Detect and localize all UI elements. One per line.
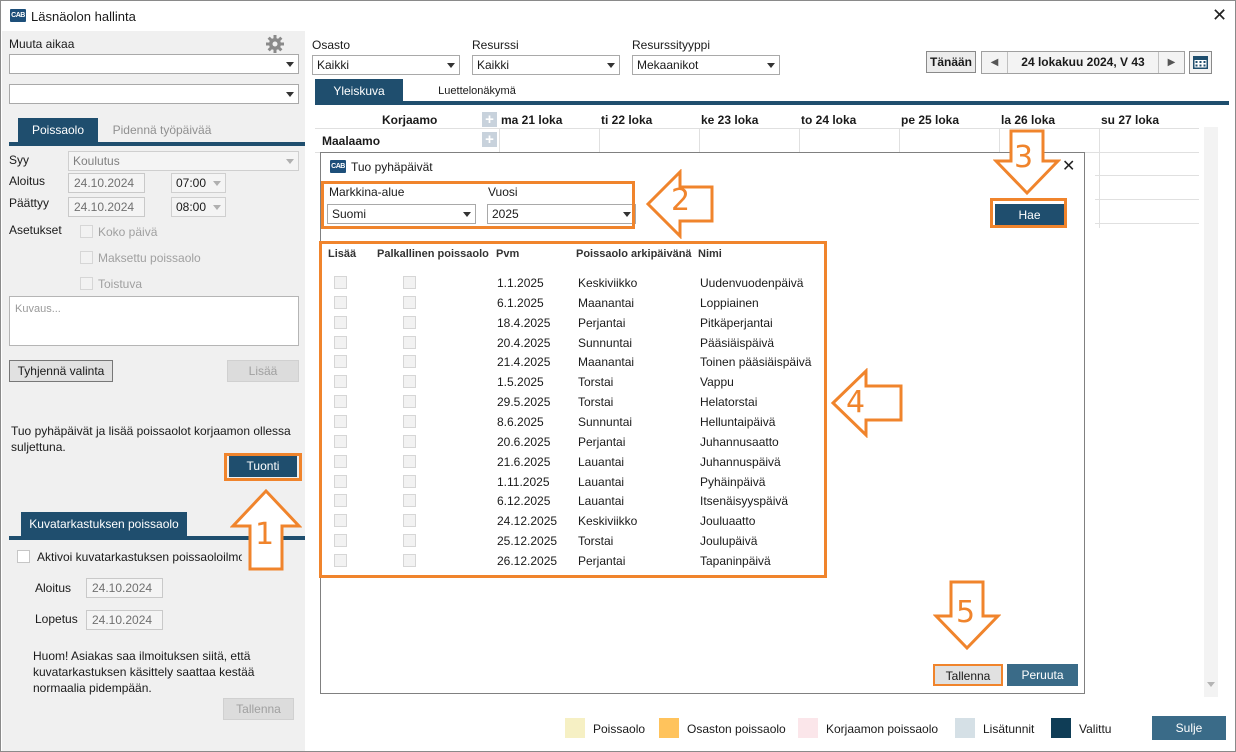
legend: Poissaolo Osaston poissaolo Korjaamon pois… <box>561 717 1121 741</box>
option-checkbox-paid[interactable] <box>80 251 93 264</box>
legend-swatch <box>565 718 585 738</box>
tab-poissaolo[interactable]: Poissaolo <box>18 118 98 142</box>
add-resource-plus-icon[interactable]: + <box>482 112 497 127</box>
tab-list-view[interactable]: Luettelonäkymä <box>419 79 535 103</box>
import-description: Tuo pyhäpäivät ja lisää poissaolot korja… <box>11 424 291 454</box>
expand-row-plus-icon[interactable]: + <box>482 132 497 147</box>
insp-end-label: Lopetus <box>35 612 78 626</box>
tab-underline <box>9 142 305 146</box>
legend-label: Korjaamon poissaolo <box>826 722 939 736</box>
close-button[interactable]: Sulje <box>1152 716 1226 740</box>
settings-label: Asetukset <box>9 223 62 237</box>
add-button[interactable]: Lisää <box>227 360 299 382</box>
callout-box-1 <box>224 453 302 481</box>
reason-combo[interactable]: Koulutus <box>68 151 299 171</box>
end-date-field[interactable]: 24.10.2024 <box>68 197 145 217</box>
callout-number-3: 3 <box>1014 140 1034 175</box>
change-time-label: Muuta aikaa <box>9 37 75 51</box>
dialog-save-button[interactable]: Tallenna <box>933 664 1003 686</box>
dialog-cancel-button[interactable]: Peruuta <box>1007 664 1078 686</box>
inspection-activate-label: Aktivoi kuvatarkastuksen poissaoloilmoit… <box>37 550 242 564</box>
inspection-activate-checkbox[interactable] <box>17 550 30 563</box>
resource-type-label: Resurssityyppi <box>632 38 711 52</box>
day-header: ma 21 loka <box>501 113 563 127</box>
window-close-icon[interactable]: ✕ <box>1212 7 1227 25</box>
insp-start-label: Aloitus <box>35 581 72 595</box>
start-time-combo[interactable]: 07:00 <box>171 173 226 193</box>
time-combo-1[interactable] <box>9 54 299 74</box>
end-label: Päättyy <box>9 196 50 210</box>
title-bar: CAB Läsnäolon hallinta ✕ <box>1 1 1235 31</box>
callout-number-1: 1 <box>255 517 275 552</box>
option-label-paid: Maksettu poissaolo <box>98 251 201 265</box>
scroll-down-icon[interactable] <box>1207 682 1215 687</box>
callout-number-2: 2 <box>671 183 691 218</box>
department-combo[interactable]: Kaikki <box>312 55 460 75</box>
day-header: ti 22 loka <box>601 113 653 127</box>
legend-swatch <box>955 718 975 738</box>
main-window: CAB Läsnäolon hallinta ✕ Muuta aikaa Poi… <box>0 0 1236 752</box>
description-textarea[interactable]: Kuvaus... <box>9 296 299 346</box>
tab-overview[interactable]: Yleiskuva <box>315 79 403 103</box>
legend-swatch <box>659 718 679 738</box>
day-header: to 24 loka <box>801 113 857 127</box>
legend-label: Poissaolo <box>593 722 646 736</box>
callout-box-4 <box>319 241 827 578</box>
legend-swatch <box>1051 718 1071 738</box>
callout-number-4: 4 <box>846 385 866 420</box>
callout-box-3 <box>990 198 1067 228</box>
workshop-header: Korjaamo <box>382 113 438 127</box>
insp-start-date-field[interactable]: 24.10.2024 <box>86 578 163 598</box>
settings-gear-icon[interactable] <box>265 34 285 54</box>
inspection-notice: Huom! Asiakas saa ilmoituksen siitä, ett… <box>33 649 255 695</box>
prev-period-icon[interactable]: ◀ <box>982 52 1008 73</box>
reason-label: Syy <box>9 153 30 167</box>
left-save-button[interactable]: Tallenna <box>223 698 294 720</box>
day-header: ke 23 loka <box>701 113 759 127</box>
option-label-full-day: Koko päivä <box>98 225 158 239</box>
callout-number-5: 5 <box>956 595 976 630</box>
day-header: su 27 loka <box>1101 113 1160 127</box>
callout-arrow-left-icon-4 <box>830 367 904 439</box>
legend-swatch <box>798 718 818 738</box>
tab-inspection-absence[interactable]: Kuvatarkastuksen poissaolo <box>21 512 187 536</box>
calendar-picker-icon[interactable] <box>1189 51 1212 74</box>
tab-pidenna[interactable]: Pidennä työpäivää <box>102 118 222 142</box>
legend-label: Osaston poissaolo <box>687 722 786 736</box>
callout-box-2 <box>321 181 635 229</box>
legend-label: Valittu <box>1079 722 1112 736</box>
option-checkbox-full-day[interactable] <box>80 225 93 238</box>
option-checkbox-recurring[interactable] <box>80 277 93 290</box>
dialog-app-logo-icon: CAB <box>330 160 346 173</box>
view-tab-underline <box>315 101 1229 105</box>
calendar-scrollbar[interactable] <box>1204 127 1218 697</box>
day-header: la 26 loka <box>1001 113 1056 127</box>
window-title: Läsnäolon hallinta <box>31 9 136 24</box>
insp-end-date-field[interactable]: 24.10.2024 <box>86 610 163 630</box>
resource-combo[interactable]: Kaikki <box>472 55 620 75</box>
resource-label: Resurssi <box>472 38 519 52</box>
next-period-icon[interactable]: ▶ <box>1158 52 1184 73</box>
option-label-recurring: Toistuva <box>98 277 143 291</box>
start-date-field[interactable]: 24.10.2024 <box>68 173 145 193</box>
department-label: Osasto <box>312 38 351 52</box>
end-time-combo[interactable]: 08:00 <box>171 197 226 217</box>
start-label: Aloitus <box>9 174 46 188</box>
clear-selection-button[interactable]: Tyhjennä valinta <box>9 360 113 382</box>
dialog-close-icon[interactable]: ✕ <box>1062 157 1075 175</box>
time-combo-2[interactable] <box>9 84 299 104</box>
date-navigator: ◀ 24 lokakuu 2024, V 43 ▶ <box>981 51 1185 74</box>
today-button[interactable]: Tänään <box>926 51 976 73</box>
resource-type-combo[interactable]: Mekaanikot <box>632 55 780 75</box>
dialog-title: Tuo pyhäpäivät <box>351 160 433 174</box>
app-logo-icon: CAB <box>10 9 26 22</box>
row-label-maalaamo: Maalaamo <box>322 134 381 148</box>
current-period: 24 lokakuu 2024, V 43 <box>1021 55 1145 69</box>
legend-label: Lisätunnit <box>983 722 1035 736</box>
left-panel: Muuta aikaa Poissaolo Pidennä työpäivää … <box>2 31 305 751</box>
day-header: pe 25 loka <box>901 113 960 127</box>
